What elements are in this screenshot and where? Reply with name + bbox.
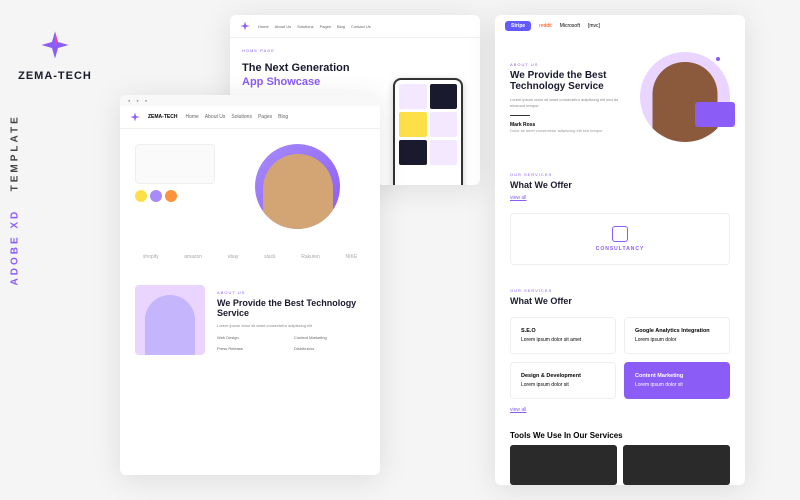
nav-bar: Home About Us Solutions Pages Blog Conta… bbox=[230, 15, 480, 38]
hero-title: The Next Generation App Showcase bbox=[242, 61, 350, 90]
tool-image bbox=[623, 445, 730, 485]
brand-logos-row: Stripe reddit Microsoft [mvc] bbox=[495, 15, 745, 37]
search-widget[interactable] bbox=[135, 144, 215, 184]
hero-section bbox=[120, 129, 380, 244]
browser-dot: ● bbox=[145, 98, 147, 103]
nav-logo-icon bbox=[240, 21, 250, 31]
partner-logos: shopify amazon ebay slack Rakuten NIKE bbox=[120, 244, 380, 270]
logo-slack: slack bbox=[264, 254, 275, 260]
browser-dot: ● bbox=[136, 98, 138, 103]
brand-microsoft: Microsoft bbox=[560, 23, 580, 29]
consultancy-card[interactable]: CONSULTANCY bbox=[510, 213, 730, 265]
about-circle bbox=[640, 52, 730, 142]
brand-mvc: [mvc] bbox=[588, 23, 600, 29]
logo-nike: NIKE bbox=[345, 254, 357, 260]
service-item: Web Design bbox=[217, 335, 288, 340]
nav-solutions[interactable]: Solutions bbox=[231, 114, 252, 120]
about-desc: Lorem ipsum dolor sit amet consectetur a… bbox=[510, 97, 625, 109]
logo-ebay: ebay bbox=[228, 254, 239, 260]
hero-tag: HOME PAGE bbox=[242, 48, 350, 53]
view-all-link[interactable]: view all bbox=[495, 399, 745, 421]
logo-rakuten: Rakuten bbox=[301, 254, 320, 260]
mockup-services: Stripe reddit Microsoft [mvc] ABOUT US W… bbox=[495, 15, 745, 485]
nav-pages[interactable]: Pages bbox=[258, 114, 272, 120]
view-all-link[interactable]: view all bbox=[510, 195, 730, 201]
nav-items: Home About Us Solutions Pages Blog bbox=[185, 114, 288, 120]
person-graphic bbox=[145, 295, 195, 355]
about-desc: Lorem ipsum dolor sit amet consectetur a… bbox=[217, 323, 365, 329]
person-graphic bbox=[263, 154, 333, 229]
laptop-graphic bbox=[695, 102, 735, 127]
nav-about[interactable]: About Us bbox=[205, 114, 226, 120]
phone-tile bbox=[399, 140, 427, 165]
offer-card-seo[interactable]: S.E.O Lorem ipsum dolor sit amet bbox=[510, 317, 616, 354]
browser-dot: ● bbox=[128, 98, 130, 103]
nav-about[interactable]: About Us bbox=[275, 24, 291, 29]
brand-stripe: Stripe bbox=[505, 21, 531, 31]
about-tag: ABOUT US bbox=[510, 62, 625, 67]
logo-shopify: shopify bbox=[143, 254, 159, 260]
hero-circle bbox=[255, 144, 340, 229]
tools-title: Tools We Use In Our Services bbox=[495, 421, 745, 445]
nav-blog[interactable]: Blog bbox=[278, 114, 288, 120]
phone-tile bbox=[430, 112, 458, 137]
offer-card-design[interactable]: Design & Development Lorem ipsum dolor s… bbox=[510, 362, 616, 399]
browser-chrome: ● ● ● bbox=[120, 95, 380, 106]
logo-amazon: amazon bbox=[184, 254, 202, 260]
author-desc: Dolor sit amet consectetur adipiscing el… bbox=[510, 128, 625, 133]
service-item: Content Marketing bbox=[294, 335, 365, 340]
nav-brand: ZEMA-TECH bbox=[148, 114, 177, 120]
offer-section-1: OUR SERVICES What We Offer view all bbox=[495, 157, 745, 205]
nav-bar: ZEMA-TECH Home About Us Solutions Pages … bbox=[120, 106, 380, 129]
avatar-icon bbox=[135, 190, 147, 202]
nav-logo-icon bbox=[130, 112, 140, 122]
offer-section-2: OUR SERVICES What We Offer bbox=[495, 273, 745, 317]
nav-home[interactable]: Home bbox=[185, 114, 198, 120]
nav-contact[interactable]: Contact Us bbox=[351, 24, 371, 29]
offer-title: What We Offer bbox=[510, 180, 730, 190]
phone-tile bbox=[430, 84, 458, 109]
mockup-homepage: ● ● ● ZEMA-TECH Home About Us Solutions Pa… bbox=[120, 95, 380, 475]
nav-pages[interactable]: Pages bbox=[320, 24, 331, 29]
offer-card-content[interactable]: Content Marketing Lorem ipsum dolor sit bbox=[624, 362, 730, 399]
offer-title: What We Offer bbox=[510, 296, 730, 306]
phone-mockup bbox=[393, 78, 463, 185]
about-block: ABOUT US We Provide the Best Technology … bbox=[495, 37, 745, 157]
phone-tile bbox=[399, 112, 427, 137]
nav-items: Home About Us Solutions Pages Blog Conta… bbox=[258, 24, 371, 29]
logo-star-icon bbox=[40, 30, 70, 60]
deco-dot bbox=[716, 57, 720, 61]
service-item: Distributors bbox=[294, 346, 365, 351]
nav-solutions[interactable]: Solutions bbox=[297, 24, 313, 29]
avatar-icon bbox=[150, 190, 162, 202]
service-item: Press Release bbox=[217, 346, 288, 351]
services-grid: Web Design Content Marketing Press Relea… bbox=[217, 335, 365, 351]
about-image bbox=[135, 285, 205, 355]
about-image bbox=[640, 52, 730, 142]
about-section: ABOUT US We Provide the Best Technology … bbox=[120, 270, 380, 370]
divider bbox=[510, 115, 530, 116]
hero-left bbox=[135, 144, 245, 229]
nav-blog[interactable]: Blog bbox=[337, 24, 345, 29]
offer-tag: OUR SERVICES bbox=[510, 288, 730, 293]
tool-image bbox=[510, 445, 617, 485]
left-sidebar: ZEMA-TECH bbox=[10, 0, 100, 500]
hero-image bbox=[255, 144, 365, 229]
offer-card-analytics[interactable]: Google Analytics Integration Lorem ipsum… bbox=[624, 317, 730, 354]
avatar-icon bbox=[165, 190, 177, 202]
nav-home[interactable]: Home bbox=[258, 24, 269, 29]
about-tag: ABOUT US bbox=[217, 290, 365, 295]
phone-tile bbox=[399, 84, 427, 109]
brand-reddit: reddit bbox=[539, 23, 552, 29]
phone-tile bbox=[430, 140, 458, 165]
consultancy-icon bbox=[612, 226, 628, 242]
offer-cards-grid: S.E.O Lorem ipsum dolor sit amet Google … bbox=[495, 317, 745, 399]
vertical-label: ADOBE XD TEMPLATE bbox=[10, 114, 21, 285]
offer-tag: OUR SERVICES bbox=[510, 172, 730, 177]
about-title: We Provide the Best Technology Service bbox=[510, 70, 625, 92]
about-title: We Provide the Best Technology Service bbox=[217, 298, 365, 318]
brand-name: ZEMA-TECH bbox=[18, 70, 92, 82]
tools-images bbox=[495, 445, 745, 485]
